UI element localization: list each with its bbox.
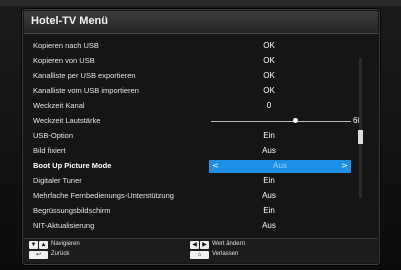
row-label: Weckzeit Lautstärke — [33, 116, 101, 125]
row-value: Ein — [263, 176, 275, 185]
down-arrow-key-icon: ▼ — [29, 241, 38, 249]
menu-scrollbar[interactable] — [359, 58, 362, 198]
hint-back: ↩ Zurück — [29, 251, 149, 261]
menu-row-kanalliste-exportieren[interactable]: Kanalliste per USB exportieren OK — [31, 70, 357, 84]
tv-screen: Hotel-TV Menü Kopieren nach USB OK Kopie… — [0, 0, 401, 270]
row-value: Aus — [262, 146, 276, 155]
row-label: Kanalliste vom USB importieren — [33, 86, 139, 95]
volume-slider-knob[interactable] — [293, 118, 298, 123]
row-label: Kopieren nach USB — [33, 41, 99, 50]
selector-value: Aus — [273, 161, 287, 170]
menu-row-bild-fixiert[interactable]: Bild fixiert Aus — [31, 145, 357, 159]
menu-row-digitaler-tuner[interactable]: Digitaler Tuner Ein — [31, 175, 357, 189]
menu-row-weckzeit-kanal[interactable]: Weckzeit Kanal 0 — [31, 100, 357, 114]
hint-change-value: ◀ ▶ Wert ändern — [190, 241, 310, 251]
hint-navigate-label: Navigieren — [51, 241, 80, 247]
menu-title: Hotel-TV Menü — [31, 15, 108, 27]
row-value: 0 — [266, 101, 272, 110]
row-value: OK — [263, 86, 275, 95]
menu-row-weckzeit-lautstaerke[interactable]: Weckzeit Lautstärke 60 — [31, 115, 362, 129]
up-arrow-key-icon: ▲ — [39, 241, 48, 249]
menu-row-mehrfache-fernbedienung[interactable]: Mehrfache Fernbedienungs-Unterstützung A… — [31, 190, 357, 204]
hint-exit-label: Verlassen — [212, 251, 239, 257]
left-arrow-key-icon: ◀ — [190, 241, 199, 249]
row-value: Aus — [262, 221, 276, 230]
row-value: Aus — [262, 191, 276, 200]
hint-navigate: ▼ ▲ Navigieren — [29, 241, 149, 251]
row-label: Digitaler Tuner — [33, 176, 82, 185]
row-label: Weckzeit Kanal — [33, 101, 85, 110]
row-label: Boot Up Picture Mode — [33, 161, 112, 170]
hint-change-value-label: Wert ändern — [212, 241, 245, 247]
menu-title-bar: Hotel-TV Menü — [24, 11, 378, 34]
row-label: Kopieren von USB — [33, 56, 95, 65]
menu-row-kopieren-nach-usb[interactable]: Kopieren nach USB OK — [31, 40, 357, 54]
menu-row-kopieren-von-usb[interactable]: Kopieren von USB OK — [31, 55, 357, 69]
row-value: Ein — [263, 131, 275, 140]
row-value: OK — [263, 71, 275, 80]
hotel-tv-menu: Hotel-TV Menü Kopieren nach USB OK Kopie… — [22, 9, 380, 265]
row-label: Mehrfache Fernbedienungs-Unterstützung — [33, 191, 174, 200]
row-value: OK — [263, 56, 275, 65]
row-label: Bild fixiert — [33, 146, 66, 155]
row-label: Kanalliste per USB exportieren — [33, 71, 136, 80]
back-key-icon: ↩ — [29, 251, 48, 259]
value-selector[interactable]: < Aus > — [209, 160, 351, 173]
row-value: OK — [263, 41, 275, 50]
row-label: Begrüssungsbildschirm — [33, 206, 111, 215]
row-value: Ein — [263, 206, 275, 215]
hint-exit: ⌂ Verlassen — [190, 251, 310, 261]
menu-row-usb-option[interactable]: USB-Option Ein — [31, 130, 357, 144]
bezel-edge — [0, 0, 401, 6]
menu-row-boot-up-picture-mode[interactable]: Boot Up Picture Mode < Aus > — [31, 160, 357, 174]
menu-footer: ▼ ▲ Navigieren ↩ Zurück ◀ ▶ Wert ändern … — [24, 238, 378, 263]
menu-scroll-thumb[interactable] — [358, 130, 363, 144]
row-label: NIT-Aktualisierung — [33, 221, 95, 230]
menu-row-nit-aktualisierung[interactable]: NIT-Aktualisierung Aus — [31, 220, 357, 234]
hint-back-label: Zurück — [51, 251, 70, 257]
menu-row-kanalliste-importieren[interactable]: Kanalliste vom USB importieren OK — [31, 85, 357, 99]
right-arrow-key-icon: ▶ — [200, 241, 209, 249]
row-label: USB-Option — [33, 131, 74, 140]
menu-row-begruessungsbildschirm[interactable]: Begrüssungsbildschirm Ein — [31, 205, 357, 219]
selector-right-arrow-icon[interactable]: > — [341, 161, 348, 170]
volume-slider-track[interactable] — [211, 121, 351, 122]
home-key-icon: ⌂ — [190, 251, 209, 259]
menu-list: Kopieren nach USB OK Kopieren von USB OK… — [31, 40, 371, 236]
